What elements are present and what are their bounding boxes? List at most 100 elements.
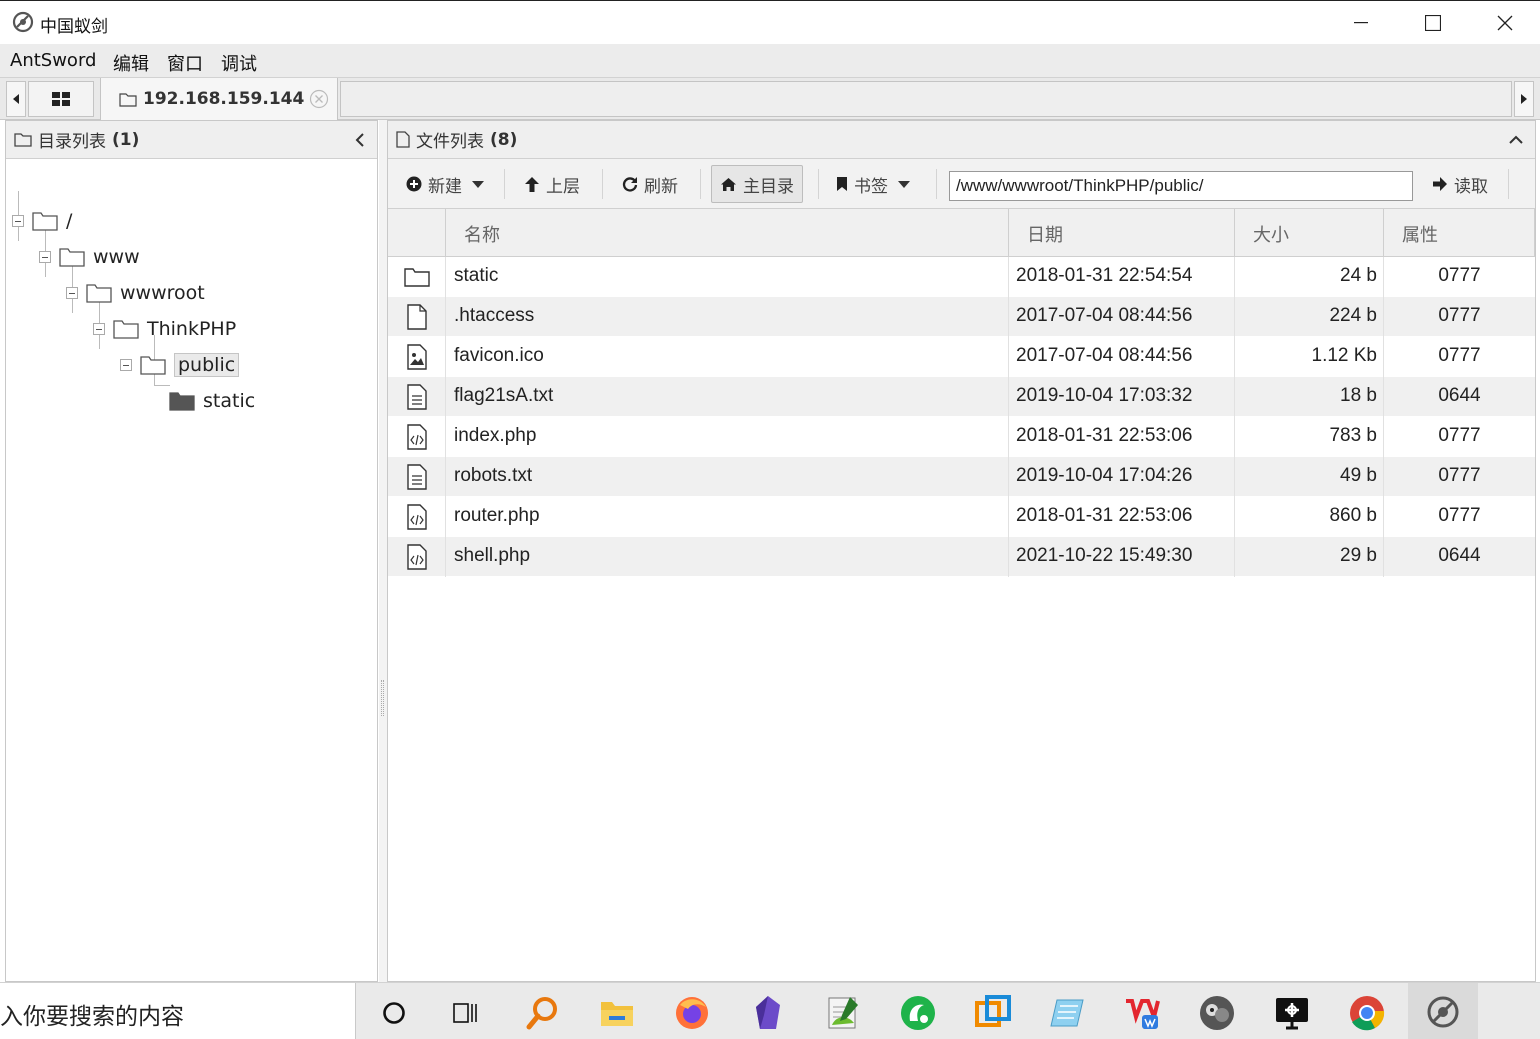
tab-strip-empty (340, 81, 1512, 117)
file-date: 2017-07-04 08:44:56 (1009, 337, 1235, 377)
table-row[interactable]: robots.txt 2019-10-04 17:04:26 49 b 0777 (388, 457, 1535, 497)
virtualbox-icon[interactable] (971, 991, 1015, 1035)
tree-toggle-icon[interactable] (120, 359, 132, 371)
arrow-up-icon (525, 176, 539, 192)
chrome-icon[interactable] (1345, 991, 1389, 1035)
wps-icon[interactable] (1120, 991, 1164, 1035)
cortana-icon[interactable] (372, 991, 416, 1035)
file-size: 29 b (1235, 537, 1384, 577)
minimize-button[interactable] (1326, 1, 1396, 45)
tab-shell-session[interactable]: 192.168.159.144 (100, 78, 338, 120)
bookmark-button[interactable]: 书签 (828, 165, 918, 203)
file-date: 2019-10-04 17:04:26 (1009, 457, 1235, 497)
column-size-header[interactable]: 大小 (1235, 209, 1384, 257)
file-attr: 0777 (1438, 265, 1481, 286)
collapse-up-icon[interactable] (1509, 135, 1523, 145)
green-app-icon[interactable] (896, 991, 940, 1035)
minimize-icon (1354, 22, 1368, 24)
tab-scroll-right-button[interactable] (1514, 81, 1534, 117)
column-name-header[interactable]: 名称 (446, 209, 1009, 257)
tree-toggle-icon[interactable] (93, 323, 105, 335)
tree-node-thinkphp[interactable]: ThinkPHP (93, 314, 236, 344)
menu-edit[interactable]: 编辑 (113, 50, 149, 76)
row-icon-cell (388, 297, 446, 337)
file-name: .htaccess (446, 297, 1009, 337)
task-view-icon[interactable] (444, 991, 488, 1035)
row-icon-cell (388, 457, 446, 497)
tree-toggle-icon[interactable] (39, 251, 51, 263)
table-row[interactable]: shell.php 2021-10-22 15:49:30 29 b 0644 (388, 537, 1535, 577)
file-grid: 名称 日期 大小 属性 static 2018-01-31 22:54:54 2… (388, 209, 1535, 577)
table-row[interactable]: index.php 2018-01-31 22:53:06 783 b 0777 (388, 417, 1535, 457)
text-file-icon (406, 384, 427, 410)
refresh-button[interactable]: 刷新 (614, 165, 686, 203)
firefox-icon[interactable] (670, 991, 714, 1035)
read-path-button[interactable]: 读取 (1424, 165, 1496, 203)
folder-outline-icon (59, 248, 85, 267)
folder-outline-icon (14, 133, 32, 147)
tab-dashboard[interactable] (28, 81, 94, 117)
home-dir-label: 主目录 (743, 176, 794, 197)
notepad-plus-plus-icon[interactable] (821, 991, 865, 1035)
menu-antsword[interactable]: AntSword (10, 50, 96, 71)
close-window-button[interactable] (1470, 1, 1540, 45)
taskbar-search-input[interactable]: 入你要搜索的内容 (0, 983, 356, 1039)
tab-close-icon[interactable] (309, 89, 329, 109)
antsword-taskbar-icon[interactable] (1408, 983, 1478, 1039)
obsidian-icon[interactable] (746, 991, 790, 1035)
tree-node-label: wwwroot (120, 282, 205, 304)
file-size: 24 b (1235, 257, 1384, 297)
file-count: (8) (490, 129, 518, 150)
file-date: 2019-10-04 17:03:32 (1009, 377, 1235, 417)
tree-toggle-icon[interactable] (12, 215, 24, 227)
table-row[interactable]: static 2018-01-31 22:54:54 24 b 0777 (388, 257, 1535, 297)
file-name: favicon.ico (446, 337, 1009, 377)
directory-panel-header: 目录列表 (1) (6, 121, 377, 159)
tree-node-root[interactable]: / (12, 206, 72, 236)
tree-node-public[interactable]: public (120, 350, 240, 380)
panel-splitter[interactable] (379, 120, 387, 982)
row-icon-cell (388, 377, 446, 417)
maximize-icon (1425, 15, 1441, 31)
path-input[interactable] (949, 171, 1413, 201)
table-row[interactable]: router.php 2018-01-31 22:53:06 860 b 077… (388, 497, 1535, 537)
table-row[interactable]: .htaccess 2017-07-04 08:44:56 224 b 0777 (388, 297, 1535, 337)
column-date-header[interactable]: 日期 (1009, 209, 1235, 257)
tree-node-www[interactable]: www (39, 242, 140, 272)
splitter-grip[interactable] (381, 680, 384, 716)
table-row[interactable]: flag21sA.txt 2019-10-04 17:03:32 18 b 06… (388, 377, 1535, 417)
remote-desktop-icon[interactable] (1270, 991, 1314, 1035)
grid-header: 名称 日期 大小 属性 (388, 209, 1535, 257)
search-tool-icon[interactable] (521, 991, 565, 1035)
collapse-left-icon[interactable] (355, 133, 365, 147)
file-explorer-icon[interactable] (595, 991, 639, 1035)
file-panel: 文件列表 (8) 新建 上层 刷新 主目录 书签 /www/wwwroot/Th… (387, 120, 1536, 982)
tree-node-wwwroot[interactable]: wwwroot (66, 278, 205, 308)
maximize-button[interactable] (1398, 1, 1468, 45)
taskbar: 入你要搜索的内容 (0, 982, 1540, 1039)
caret-right-icon (1521, 94, 1527, 104)
tab-scroll-left-button[interactable] (6, 81, 26, 117)
file-name: index.php (446, 417, 1009, 457)
new-button[interactable]: 新建 (398, 165, 492, 203)
home-dir-button[interactable]: 主目录 (711, 165, 803, 203)
menu-debug[interactable]: 调试 (221, 50, 257, 76)
code-file-icon (406, 504, 427, 530)
table-row[interactable]: favicon.ico 2017-07-04 08:44:56 1.12 Kb … (388, 337, 1535, 377)
code-file-icon (406, 544, 427, 570)
file-date: 2018-01-31 22:53:06 (1009, 417, 1235, 457)
folder-outline-icon (32, 212, 58, 231)
tree-toggle-icon[interactable] (66, 287, 78, 299)
column-attr-header[interactable]: 属性 (1384, 209, 1535, 257)
avatar-app-icon[interactable] (1195, 991, 1239, 1035)
file-date: 2018-01-31 22:53:06 (1009, 497, 1235, 537)
tree-node-static[interactable]: static (169, 386, 255, 416)
notepad-icon[interactable] (1045, 991, 1089, 1035)
title-bar: 中国蚁剑 (0, 0, 1540, 44)
new-button-label: 新建 (428, 176, 462, 197)
text-file-icon (406, 464, 427, 490)
antsword-logo-icon (12, 11, 34, 33)
directory-panel: 目录列表 (1) / www wwwroot ThinkPHP public s… (5, 120, 378, 982)
up-level-button[interactable]: 上层 (516, 165, 588, 203)
menu-window[interactable]: 窗口 (167, 50, 203, 76)
